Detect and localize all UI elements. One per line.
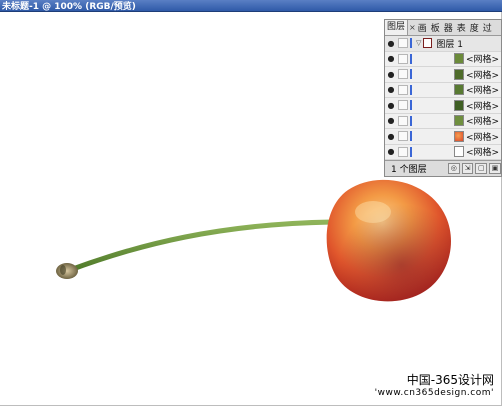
eye-icon[interactable]: ●	[385, 145, 397, 160]
sublayer-label[interactable]: <网格>	[466, 99, 499, 112]
tab-layers[interactable]: 图层	[385, 20, 409, 35]
watermark-line-1: 中国-365设计网	[406, 373, 494, 387]
stem-tip	[56, 263, 78, 279]
close-icon[interactable]: ×	[408, 23, 416, 32]
eye-icon[interactable]: ●	[385, 83, 397, 98]
lock-toggle[interactable]	[398, 84, 408, 95]
sublayer-thumbnail	[454, 84, 464, 96]
sublayer-row[interactable]: ● <网格>	[385, 52, 501, 67]
cherry-shadow	[326, 179, 451, 302]
sublayer-row[interactable]: ● <网格>	[385, 114, 501, 129]
layer-count: 1 个图层	[391, 165, 427, 175]
expand-triangle-icon[interactable]: ▽	[416, 39, 421, 47]
sublayer-label[interactable]: <网格>	[466, 83, 499, 96]
watermark: 中国-365设计网 'www.cn365design.com'	[375, 371, 494, 398]
document-title-bar[interactable]: 未标题-1 @ 100% (RGB/预览)	[0, 0, 502, 12]
tab-appearance[interactable]: 表	[455, 21, 468, 34]
panel-footer: 1 个图层 ◎ ⇲ ▢ ▣	[385, 160, 501, 176]
tab-tools[interactable]: 器	[442, 21, 455, 34]
sublayer-label[interactable]: <网格>	[466, 130, 499, 143]
sublayer-thumbnail	[454, 68, 464, 80]
tab-artboards[interactable]: 板	[429, 21, 442, 34]
layer-thumbnail	[423, 38, 433, 49]
layer-color-bar	[410, 100, 412, 111]
layer-color-bar	[410, 131, 412, 142]
layer-color-bar	[410, 84, 412, 95]
layer-name[interactable]: 图层 1	[436, 37, 463, 50]
make-clipping-mask-icon[interactable]: ◎	[447, 163, 460, 174]
lock-toggle[interactable]	[398, 53, 408, 64]
sublayer-thumbnail	[454, 130, 464, 142]
layers-panel[interactable]: 图层 × 画 板 器 表 度 过 ● ▽ 图层 1 ● <网格> ● <网格> …	[384, 19, 502, 177]
eye-icon[interactable]: ●	[385, 36, 397, 51]
layer-row[interactable]: ● ▽ 图层 1	[385, 36, 501, 52]
sublayer-thumbnail	[454, 146, 464, 158]
sublayer-thumbnail	[454, 53, 464, 65]
eye-icon[interactable]: ●	[385, 52, 397, 67]
sublayer-row[interactable]: ● <网格>	[385, 98, 501, 114]
lock-toggle[interactable]	[398, 131, 408, 142]
panel-tabs: 图层 × 画 板 器 表 度 过	[385, 20, 501, 36]
tab-transparency[interactable]: 过	[481, 21, 494, 34]
sublayer-label[interactable]: <网格>	[466, 52, 499, 65]
eye-icon[interactable]: ●	[385, 129, 397, 144]
sublayer-thumbnail	[454, 115, 464, 127]
layer-color-bar	[410, 38, 412, 49]
stem-tip-shade	[60, 265, 66, 275]
new-layer-icon[interactable]: ▢	[475, 163, 488, 174]
delete-icon[interactable]: ▣	[489, 163, 501, 174]
tab-gradient[interactable]: 度	[468, 21, 481, 34]
lock-toggle[interactable]	[398, 146, 408, 157]
sublayer-row[interactable]: ● <网格>	[385, 83, 501, 98]
cherry-stem	[67, 219, 335, 273]
sublayer-label[interactable]: <网格>	[466, 145, 499, 158]
eye-icon[interactable]: ●	[385, 114, 397, 129]
eye-icon[interactable]: ●	[385, 67, 397, 82]
layer-color-bar	[410, 115, 412, 126]
sublayer-row[interactable]: ● <网格>	[385, 129, 501, 145]
lock-toggle[interactable]	[398, 115, 408, 126]
sublayer-row[interactable]: ● <网格>	[385, 145, 501, 160]
sublayer-label[interactable]: <网格>	[466, 114, 499, 127]
eye-icon[interactable]: ●	[385, 98, 397, 113]
lock-toggle[interactable]	[398, 38, 408, 49]
tab-brushes[interactable]: 画	[416, 21, 429, 34]
layer-color-bar	[410, 146, 412, 157]
sublayer-thumbnail	[454, 99, 464, 111]
lock-toggle[interactable]	[398, 100, 408, 111]
sublayer-label[interactable]: <网格>	[466, 68, 499, 81]
cherry-highlight	[355, 201, 391, 223]
document-title: 未标题-1 @ 100% (RGB/预览)	[2, 2, 136, 12]
new-sublayer-icon[interactable]: ⇲	[461, 163, 474, 174]
lock-toggle[interactable]	[398, 69, 408, 80]
layer-color-bar	[410, 69, 412, 80]
layer-color-bar	[410, 53, 412, 64]
watermark-line-2: 'www.cn365design.com'	[374, 388, 494, 398]
sublayer-row[interactable]: ● <网格>	[385, 67, 501, 83]
